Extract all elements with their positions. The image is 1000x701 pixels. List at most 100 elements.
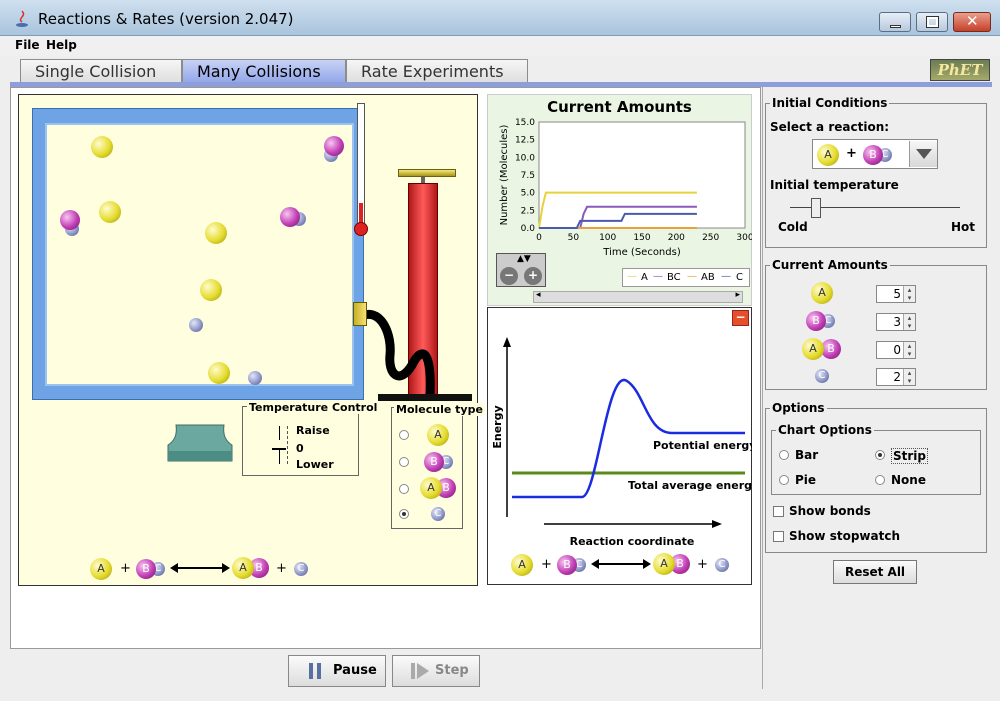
chart-title: Current Amounts xyxy=(547,98,692,116)
eq-plus: + xyxy=(541,557,552,572)
eq-a: A xyxy=(511,554,533,576)
java-app-icon xyxy=(16,10,28,27)
minimize-button[interactable] xyxy=(879,12,911,32)
heater-icon xyxy=(167,424,233,462)
show-bonds-label: Show bonds xyxy=(789,504,871,518)
chart-plot-area xyxy=(538,121,746,229)
zoom-in-icon[interactable]: + xyxy=(524,267,542,285)
minimize-icon xyxy=(890,25,901,28)
amount-a-icon: A xyxy=(811,282,833,304)
step-label: Step xyxy=(435,663,469,678)
molecule-a xyxy=(205,222,227,244)
eq-bc: CB xyxy=(557,555,589,575)
radio-molecule-ab[interactable] xyxy=(399,484,409,494)
zoom-arrows-icon: ▲▼ xyxy=(517,254,531,264)
tab-many-collisions[interactable]: Many Collisions xyxy=(182,59,346,84)
radio-pie[interactable] xyxy=(779,475,789,485)
zoom-out-icon[interactable]: − xyxy=(500,267,518,285)
temperature-slider[interactable] xyxy=(270,424,294,468)
show-stopwatch-label: Show stopwatch xyxy=(789,529,900,543)
temp-raise-label: Raise xyxy=(296,424,330,437)
current-amounts-chart: 15.0 12.5 10.0 7.5 5.0 2.5 0.0 0 50 100 150 200 250… xyxy=(499,118,752,258)
scroll-left-icon[interactable]: ◂ xyxy=(536,290,541,300)
chart-xtick: 100 xyxy=(599,233,616,243)
temperature-control-title: Temperature Control xyxy=(247,401,380,414)
chart-ytick: 2.5 xyxy=(521,206,535,216)
minimize-energy-icon[interactable]: − xyxy=(732,310,749,326)
spinner-arrows-icon[interactable]: ▴ ▾ xyxy=(903,369,915,385)
chart-ytick: 7.5 xyxy=(521,171,535,181)
chart-ytick: 15.0 xyxy=(515,118,535,128)
scroll-right-icon[interactable]: ▸ xyxy=(735,290,740,300)
legend-c: C xyxy=(736,272,743,283)
tab-rate-experiments[interactable]: Rate Experiments xyxy=(346,59,528,84)
radio-molecule-bc[interactable] xyxy=(399,457,409,467)
legend-c-swatch: — xyxy=(721,271,731,282)
amount-c-icon: C xyxy=(815,369,829,383)
initial-conditions-title: Initial Conditions xyxy=(770,96,890,110)
pause-button[interactable]: Pause xyxy=(288,655,386,687)
window-title: Reactions & Rates (version 2.047) xyxy=(38,10,294,28)
amount-bc-icon: CB xyxy=(806,311,840,331)
menu-help[interactable]: Help xyxy=(46,38,77,52)
show-stopwatch-checkbox[interactable] xyxy=(773,531,784,542)
spinner-arrows-icon[interactable]: ▴ ▾ xyxy=(903,314,915,330)
amount-ab-spinner[interactable]: 0 ▴ ▾ xyxy=(876,341,916,359)
chart-scrollbar[interactable]: ◂ ▸ xyxy=(533,290,743,303)
radio-bar[interactable] xyxy=(779,450,789,460)
reaction-select[interactable]: A + CB xyxy=(812,139,938,169)
hot-label: Hot xyxy=(951,220,976,234)
maximize-button[interactable] xyxy=(916,12,948,32)
eq-c: C xyxy=(715,558,729,572)
eq-ab: BA xyxy=(653,553,693,575)
amount-c-spinner[interactable]: 2 ▴ ▾ xyxy=(876,368,916,386)
chart-ytick: 10.0 xyxy=(515,153,535,163)
eq-plus: + xyxy=(120,561,131,576)
maximize-icon xyxy=(926,16,939,28)
chart-xtick: 200 xyxy=(668,233,685,243)
potential-energy-label: Potential energy xyxy=(653,439,752,452)
menu-file[interactable]: File xyxy=(15,38,40,52)
options-title: Options xyxy=(770,401,827,415)
pump-handle[interactable] xyxy=(398,169,456,177)
legend-ab-swatch: — xyxy=(687,271,697,282)
molecule-c-option: C xyxy=(431,507,445,521)
chart-xtick: 0 xyxy=(536,233,542,243)
reset-all-button[interactable]: Reset All xyxy=(833,560,917,584)
amount-bc-spinner[interactable]: 3 ▴ ▾ xyxy=(876,313,916,331)
chart-ytick: 12.5 xyxy=(515,136,535,146)
initial-temperature-slider-thumb[interactable] xyxy=(810,198,821,218)
tab-single-collision[interactable]: Single Collision xyxy=(20,59,182,84)
radio-molecule-c[interactable] xyxy=(399,509,409,519)
spinner-arrows-icon[interactable]: ▴ ▾ xyxy=(903,342,915,358)
chart-zoom-control[interactable]: − + ▲▼ xyxy=(496,253,546,287)
amount-ab-icon: BA xyxy=(802,338,844,360)
pump-valve xyxy=(353,302,367,326)
pump-base xyxy=(378,394,472,401)
reaction-bc: CB xyxy=(863,145,895,165)
legend-bc-swatch: — xyxy=(653,271,663,282)
eq-double-arrow xyxy=(170,563,230,573)
radio-strip[interactable] xyxy=(875,450,885,460)
pause-label: Pause xyxy=(333,663,377,678)
molecule-a xyxy=(208,362,230,384)
eq-c: C xyxy=(294,562,308,576)
legend-bc: BC xyxy=(667,272,681,283)
step-button[interactable]: Step xyxy=(392,655,480,687)
amount-a-spinner[interactable]: 5 ▴ ▾ xyxy=(876,285,916,303)
molecule-ab-option: BA xyxy=(420,477,458,499)
close-button[interactable]: ✕ xyxy=(953,12,991,32)
chevron-down-icon[interactable] xyxy=(909,141,937,167)
show-bonds-checkbox[interactable] xyxy=(773,506,784,517)
chart-xtick: 150 xyxy=(633,233,650,243)
spinner-arrows-icon[interactable]: ▴ ▾ xyxy=(903,286,915,302)
radio-molecule-a[interactable] xyxy=(399,430,409,440)
menu-bar xyxy=(0,36,1000,56)
molecule-c xyxy=(248,371,262,385)
energy-equation: A + CB BA + C xyxy=(511,553,741,577)
radio-none[interactable] xyxy=(875,475,885,485)
cold-label: Cold xyxy=(778,220,808,234)
close-icon: ✕ xyxy=(966,12,979,30)
phet-logo: PhET xyxy=(930,59,990,81)
energy-diagram: Energy Reaction coordinate Potential ene… xyxy=(491,337,752,548)
